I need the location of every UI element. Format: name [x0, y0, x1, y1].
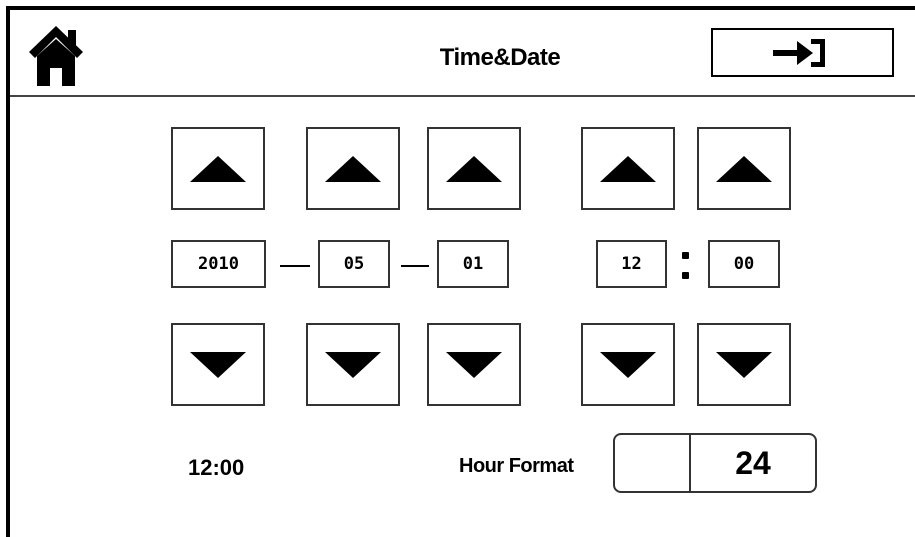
month-down-button[interactable] [306, 323, 400, 406]
triangle-down-icon [600, 351, 656, 378]
hour-format-toggle-knob[interactable] [615, 435, 691, 491]
minute-field[interactable]: 00 [708, 240, 780, 288]
hour-field[interactable]: 12 [596, 240, 667, 288]
year-down-button[interactable] [171, 323, 265, 406]
hour-format-toggle[interactable]: 24 [613, 433, 817, 493]
month-up-button[interactable] [306, 127, 400, 210]
day-up-button[interactable] [427, 127, 521, 210]
hour-format-value: 24 [735, 444, 771, 481]
date-separator [401, 265, 429, 267]
exit-arrow-icon [772, 38, 825, 67]
frame-left-border [6, 6, 10, 537]
month-field[interactable]: 05 [318, 240, 390, 288]
triangle-up-icon [716, 155, 772, 182]
home-icon [29, 26, 83, 86]
triangle-down-icon [190, 351, 246, 378]
home-button[interactable] [26, 22, 86, 92]
triangle-up-icon [325, 155, 381, 182]
minute-up-button[interactable] [697, 127, 791, 210]
date-separator [280, 265, 310, 267]
minute-down-button[interactable] [697, 323, 791, 406]
page-title: Time&Date [439, 44, 561, 71]
triangle-up-icon [446, 155, 502, 182]
frame-top-border [6, 6, 915, 10]
triangle-up-icon [190, 155, 246, 182]
triangle-down-icon [446, 351, 502, 378]
triangle-up-icon [600, 155, 656, 182]
year-up-button[interactable] [171, 127, 265, 210]
year-field[interactable]: 2010 [171, 240, 266, 288]
triangle-down-icon [325, 351, 381, 378]
current-time-display: 12:00 [188, 455, 245, 480]
triangle-down-icon [716, 351, 772, 378]
day-down-button[interactable] [427, 323, 521, 406]
hour-down-button[interactable] [581, 323, 675, 406]
hour-format-label: Hour Format [459, 455, 574, 477]
day-field[interactable]: 01 [437, 240, 509, 288]
hour-up-button[interactable] [581, 127, 675, 210]
time-separator [682, 248, 690, 282]
exit-button[interactable] [711, 28, 894, 77]
header-divider [10, 95, 915, 97]
